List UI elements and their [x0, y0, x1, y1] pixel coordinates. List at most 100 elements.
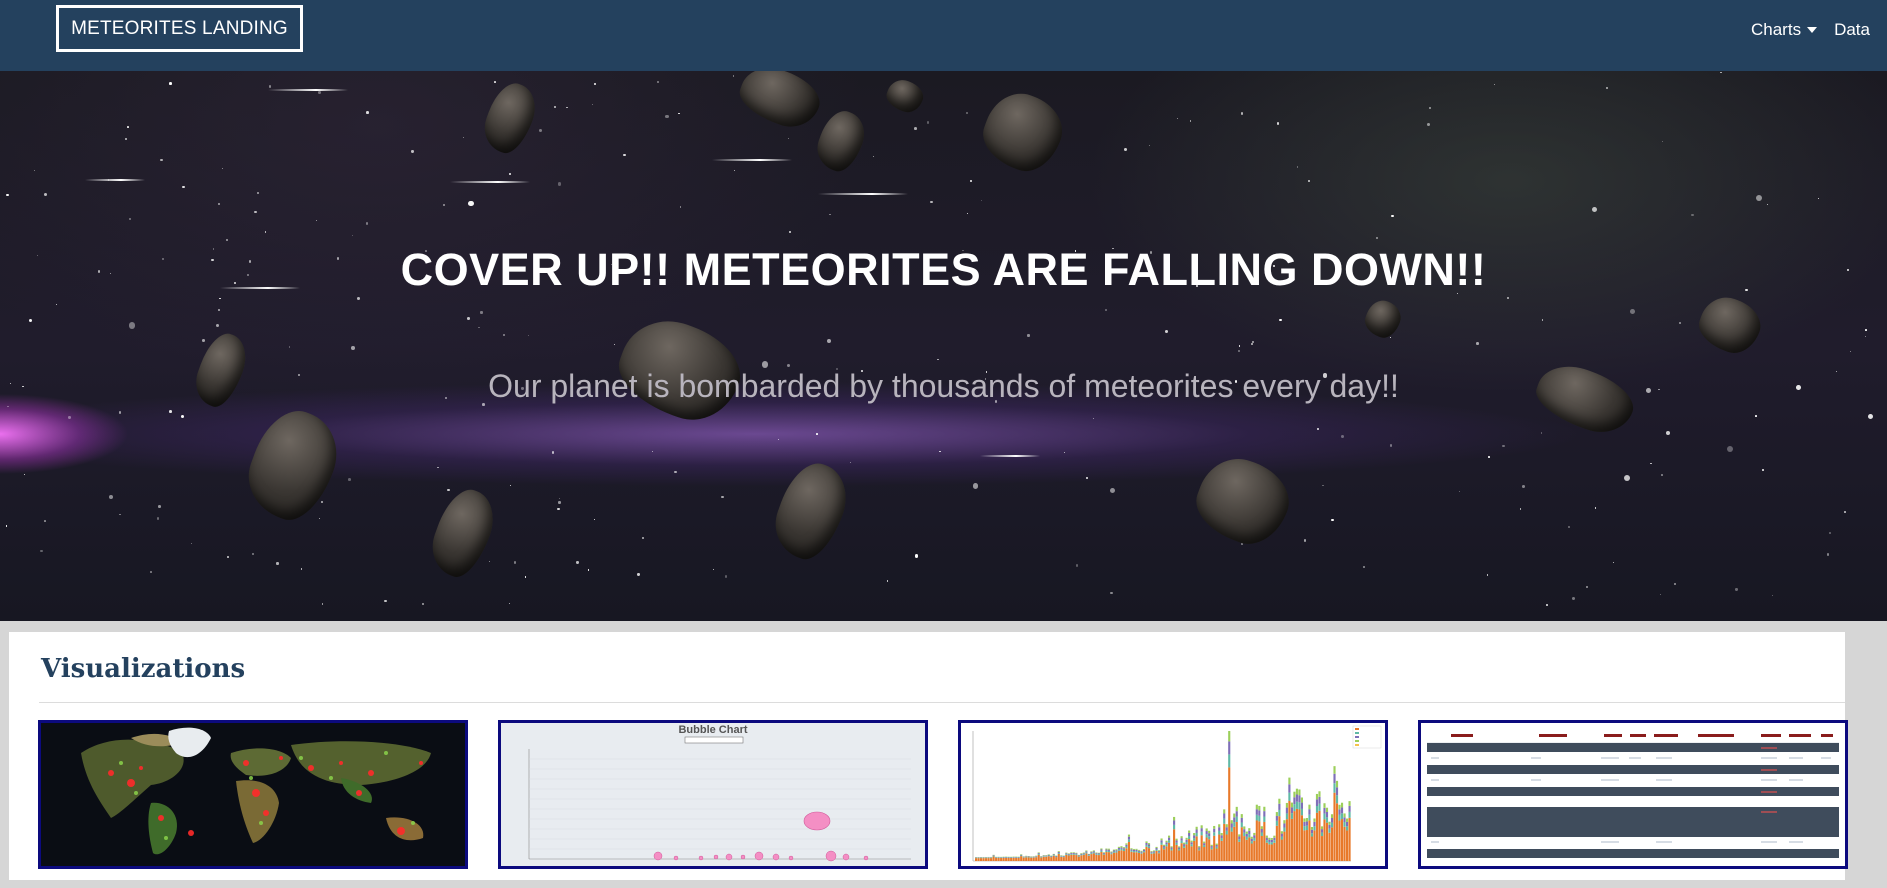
bar-segment	[1333, 792, 1336, 861]
star-dot	[6, 405, 9, 408]
nav-links: Charts Data	[1751, 0, 1887, 60]
bar-segment	[1308, 820, 1311, 861]
bar-segment	[1228, 767, 1231, 861]
star-dot	[1755, 194, 1763, 201]
bar-segment	[1115, 851, 1118, 853]
bar-segment	[1052, 855, 1055, 856]
nav-charts-dropdown[interactable]: Charts	[1751, 20, 1818, 40]
bar-segment	[1007, 857, 1010, 861]
bar-segment	[1228, 731, 1231, 742]
star-dot	[1630, 309, 1635, 315]
navbar: METEORITES LANDING Charts Data	[0, 0, 1887, 71]
bar-segment	[1335, 780, 1339, 788]
bar-segment	[1052, 853, 1055, 855]
bar-segment	[1263, 821, 1266, 861]
star-dot	[351, 235, 353, 237]
bar-segment	[1218, 827, 1221, 831]
bar-segment	[1190, 844, 1193, 847]
star-dot	[873, 155, 875, 157]
star-dot	[300, 567, 303, 570]
bar-segment	[1345, 826, 1349, 831]
bar-segment	[1178, 847, 1181, 850]
bar-segment	[1348, 817, 1351, 861]
bar-segment	[1130, 848, 1133, 850]
bar-segment	[1125, 844, 1128, 847]
star-dot	[593, 518, 596, 521]
star-dot	[1279, 318, 1283, 322]
bar-segment	[1213, 832, 1216, 836]
star-dot	[1567, 526, 1570, 529]
bar-segment	[1147, 844, 1151, 847]
star-dot	[288, 346, 291, 348]
bar-segment	[1145, 841, 1148, 843]
bar-segment	[1258, 805, 1261, 811]
bar-segment	[1002, 857, 1005, 861]
stacked-bar-chart-thumbnail[interactable]	[958, 720, 1388, 869]
bar-segment	[1072, 852, 1075, 853]
bar-segment	[1060, 855, 1063, 857]
star-dot	[721, 495, 724, 499]
bar-segment	[1283, 820, 1286, 824]
bar-segment	[1055, 857, 1058, 861]
bar-segment	[1052, 855, 1055, 861]
bar-segment	[1147, 843, 1151, 845]
bar-segment	[1090, 853, 1093, 855]
bar-segment	[1213, 828, 1216, 833]
star-dot	[129, 322, 136, 329]
star-dot	[125, 138, 128, 141]
bar-segment	[1150, 851, 1153, 853]
star-dot	[656, 80, 660, 84]
bar-segment	[1067, 855, 1070, 861]
data-table-thumbnail[interactable]	[1418, 720, 1848, 869]
bar-segment	[1155, 849, 1158, 851]
bubble-chart-thumbnail[interactable]: Bubble Chart	[498, 720, 928, 869]
star-dot	[613, 343, 616, 345]
bar-segment	[1308, 804, 1311, 810]
bar-segment	[1107, 848, 1110, 850]
bar-segment	[1090, 852, 1093, 854]
star-dot	[1340, 434, 1345, 439]
star-dot	[913, 127, 917, 131]
bar-segment	[1328, 821, 1331, 825]
star-dot	[1844, 510, 1846, 513]
star-dot	[1678, 322, 1681, 325]
bar-segment	[1075, 855, 1078, 861]
hero-title: COVER UP!! METEORITES ARE FALLING DOWN!!	[400, 244, 1487, 295]
world-map-thumbnail[interactable]	[38, 720, 468, 869]
star-dot	[594, 82, 597, 85]
meteorite-rock	[423, 482, 503, 584]
star-dot	[1105, 309, 1108, 311]
bar-segment	[1183, 845, 1186, 848]
nav-data-link[interactable]: Data	[1834, 20, 1870, 40]
brand-link[interactable]: METEORITES LANDING	[56, 5, 303, 52]
bar-segment	[1077, 856, 1080, 861]
bar-segment	[1253, 835, 1256, 838]
bar-segment	[1288, 777, 1291, 785]
bar-segment	[1175, 838, 1178, 841]
meteorite-rock	[811, 105, 871, 177]
bar-segment	[1137, 851, 1141, 854]
bar-segment	[1245, 839, 1248, 861]
bar-segment	[1328, 828, 1331, 833]
bar-segment	[1110, 853, 1113, 855]
bar-segment	[1163, 846, 1166, 848]
bar-segment	[1348, 801, 1351, 806]
bar-segment	[1205, 828, 1208, 832]
bar-segment	[1135, 851, 1138, 853]
star-dot	[221, 167, 224, 170]
star-dot	[557, 508, 560, 511]
star-dot	[1673, 582, 1676, 586]
bar-segment	[1122, 848, 1126, 850]
bar-segment	[1163, 849, 1166, 861]
bar-segment	[1253, 837, 1256, 841]
bar-segment	[1135, 849, 1138, 852]
bar-segment	[1072, 853, 1075, 854]
star-dot	[43, 519, 46, 522]
bar-segment	[1180, 840, 1183, 844]
hero-banner: COVER UP!! METEORITES ARE FALLING DOWN!!…	[0, 71, 1887, 621]
star-dot	[56, 303, 58, 305]
star-dot	[828, 213, 831, 216]
star-dot	[34, 169, 36, 171]
bar-segment	[1228, 741, 1231, 755]
bar-segment	[1082, 853, 1085, 855]
